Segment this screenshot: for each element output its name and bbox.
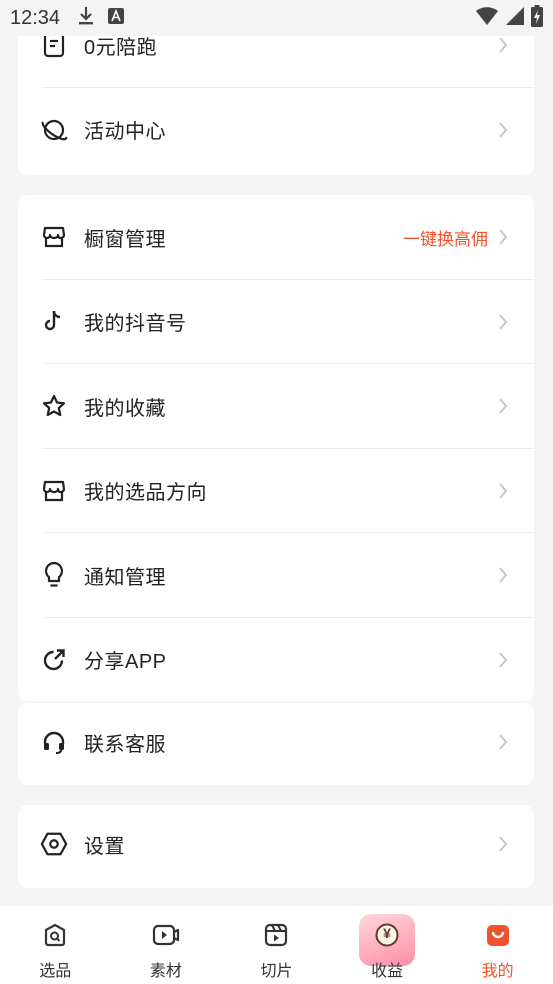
menu-item-share-app[interactable]: 分享APP: [18, 618, 534, 703]
card-support: 联系客服: [18, 703, 534, 785]
tab-label: 切片: [260, 963, 293, 980]
tab-label: 收益: [371, 963, 404, 980]
menu-item-activity-center[interactable]: 活动中心: [18, 88, 534, 173]
menu-item-my-favorites[interactable]: 我的收藏: [18, 364, 534, 449]
coin-symbol: ¥: [383, 925, 391, 941]
wifi-icon: [475, 6, 499, 31]
chevron-right-icon: [494, 651, 512, 669]
menu-item-selection-direction[interactable]: 我的选品方向: [18, 449, 534, 533]
chevron-right-icon: [494, 397, 512, 415]
menu-item-label: 我的收藏: [84, 397, 166, 420]
tab-clips[interactable]: 切片: [221, 906, 332, 984]
menu-item-customer-service[interactable]: 联系客服: [18, 703, 534, 781]
tab-materials[interactable]: 素材: [111, 906, 222, 984]
tab-mine[interactable]: 我的: [442, 906, 553, 984]
chevron-right-icon: [494, 36, 512, 54]
douyin-icon: [40, 308, 68, 336]
menu-item-label: 通知管理: [84, 566, 166, 589]
video-play-icon: [152, 922, 180, 953]
share-icon: [40, 646, 68, 674]
high-commission-link[interactable]: 一键换高佣: [403, 225, 488, 250]
tab-label: 我的: [481, 963, 514, 980]
clapperboard-icon: [263, 922, 289, 953]
menu-item-settings[interactable]: 设置: [18, 805, 534, 883]
menu-item-label: 设置: [84, 835, 125, 858]
menu-item-label: 联系客服: [84, 733, 166, 756]
chevron-right-icon: [494, 313, 512, 331]
planet-icon: [40, 116, 68, 144]
font-a-icon: [108, 7, 125, 29]
tab-selection[interactable]: 选品: [0, 906, 111, 984]
chevron-right-icon: [494, 566, 512, 584]
bottom-tab-bar: 选品 素材 切片 ¥ 收益 我的: [0, 906, 553, 984]
chevron-right-icon: [494, 121, 512, 139]
menu-item-my-douyin[interactable]: 我的抖音号: [18, 280, 534, 364]
store-icon: [40, 223, 68, 251]
store-icon: [40, 477, 68, 505]
search-bag-icon: [42, 922, 68, 953]
star-icon: [40, 392, 68, 420]
menu-item-notification-management[interactable]: 通知管理: [18, 533, 534, 618]
tab-label: 选品: [39, 963, 72, 980]
card-tools: 橱窗管理 一键换高佣 我的抖音号 我的收藏 我的选品方向 通知管理 分享APP: [18, 195, 534, 701]
menu-item-label: 分享APP: [84, 651, 167, 674]
chevron-right-icon: [494, 733, 512, 751]
headset-icon: [40, 728, 68, 756]
tab-earnings[interactable]: ¥ 收益: [332, 906, 443, 984]
status-bar: 12:34: [0, 0, 553, 36]
bag-icon: [485, 922, 511, 953]
chevron-right-icon: [494, 228, 512, 246]
signal-icon: [505, 6, 525, 31]
settings-icon: [40, 830, 68, 858]
menu-item-label: 橱窗管理: [84, 228, 166, 251]
menu-item-showcase-management[interactable]: 橱窗管理 一键换高佣: [18, 195, 534, 280]
menu-item-label: 活动中心: [84, 121, 166, 144]
menu-item-label: 我的选品方向: [84, 482, 207, 505]
status-time: 12:34: [10, 6, 61, 29]
download-icon: [78, 6, 94, 31]
menu-item-label: 我的抖音号: [84, 313, 187, 336]
chevron-right-icon: [494, 482, 512, 500]
lightbulb-icon: [40, 561, 68, 589]
battery-icon: [531, 4, 543, 32]
tab-label: 素材: [149, 963, 182, 980]
chevron-right-icon: [494, 835, 512, 853]
card-settings: 设置: [18, 805, 534, 888]
